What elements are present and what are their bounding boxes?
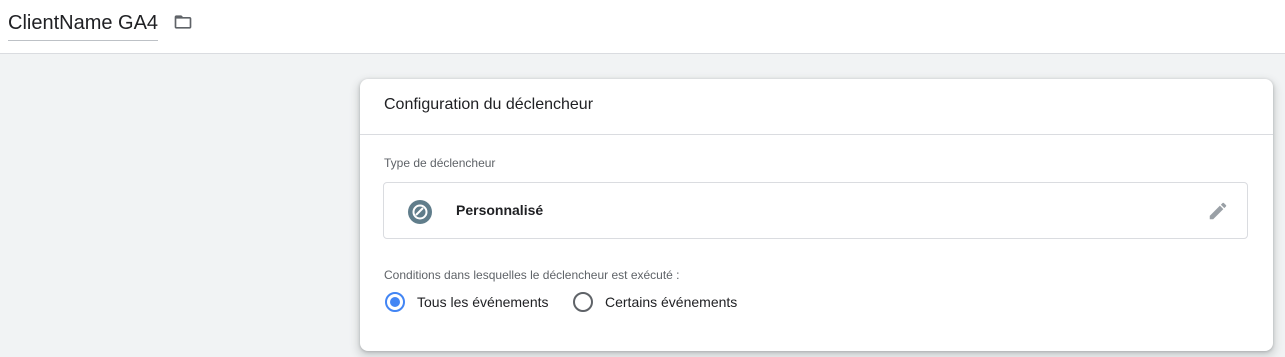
custom-event-icon <box>407 199 433 230</box>
radio-button-unchecked[interactable] <box>573 292 593 312</box>
folder-icon[interactable] <box>172 12 194 37</box>
card-title: Configuration du déclencheur <box>384 96 594 113</box>
container-name-text: ClientName GA4 <box>8 12 159 34</box>
trigger-configuration-card: Configuration du déclencheur Type de déc… <box>360 79 1273 351</box>
radio-label-all-events: Tous les événements <box>417 294 549 310</box>
radio-some-events[interactable]: Certains événements <box>573 292 737 312</box>
radio-dot <box>390 297 400 307</box>
container-name-field[interactable]: ClientName GA4 <box>8 10 159 41</box>
trigger-type-name: Personnalisé <box>456 202 544 218</box>
radio-button-checked[interactable] <box>385 292 405 312</box>
radio-label-some-events: Certains événements <box>605 294 738 310</box>
trigger-type-selector[interactable]: Personnalisé <box>383 182 1248 239</box>
pencil-icon[interactable] <box>1207 200 1229 227</box>
trigger-type-label: Type de déclencheur <box>384 156 496 170</box>
card-divider <box>360 134 1273 135</box>
radio-all-events[interactable]: Tous les événements <box>385 292 549 312</box>
top-bar: ClientName GA4 <box>0 0 1285 54</box>
conditions-label: Conditions dans lesquelles le déclencheu… <box>384 268 680 282</box>
